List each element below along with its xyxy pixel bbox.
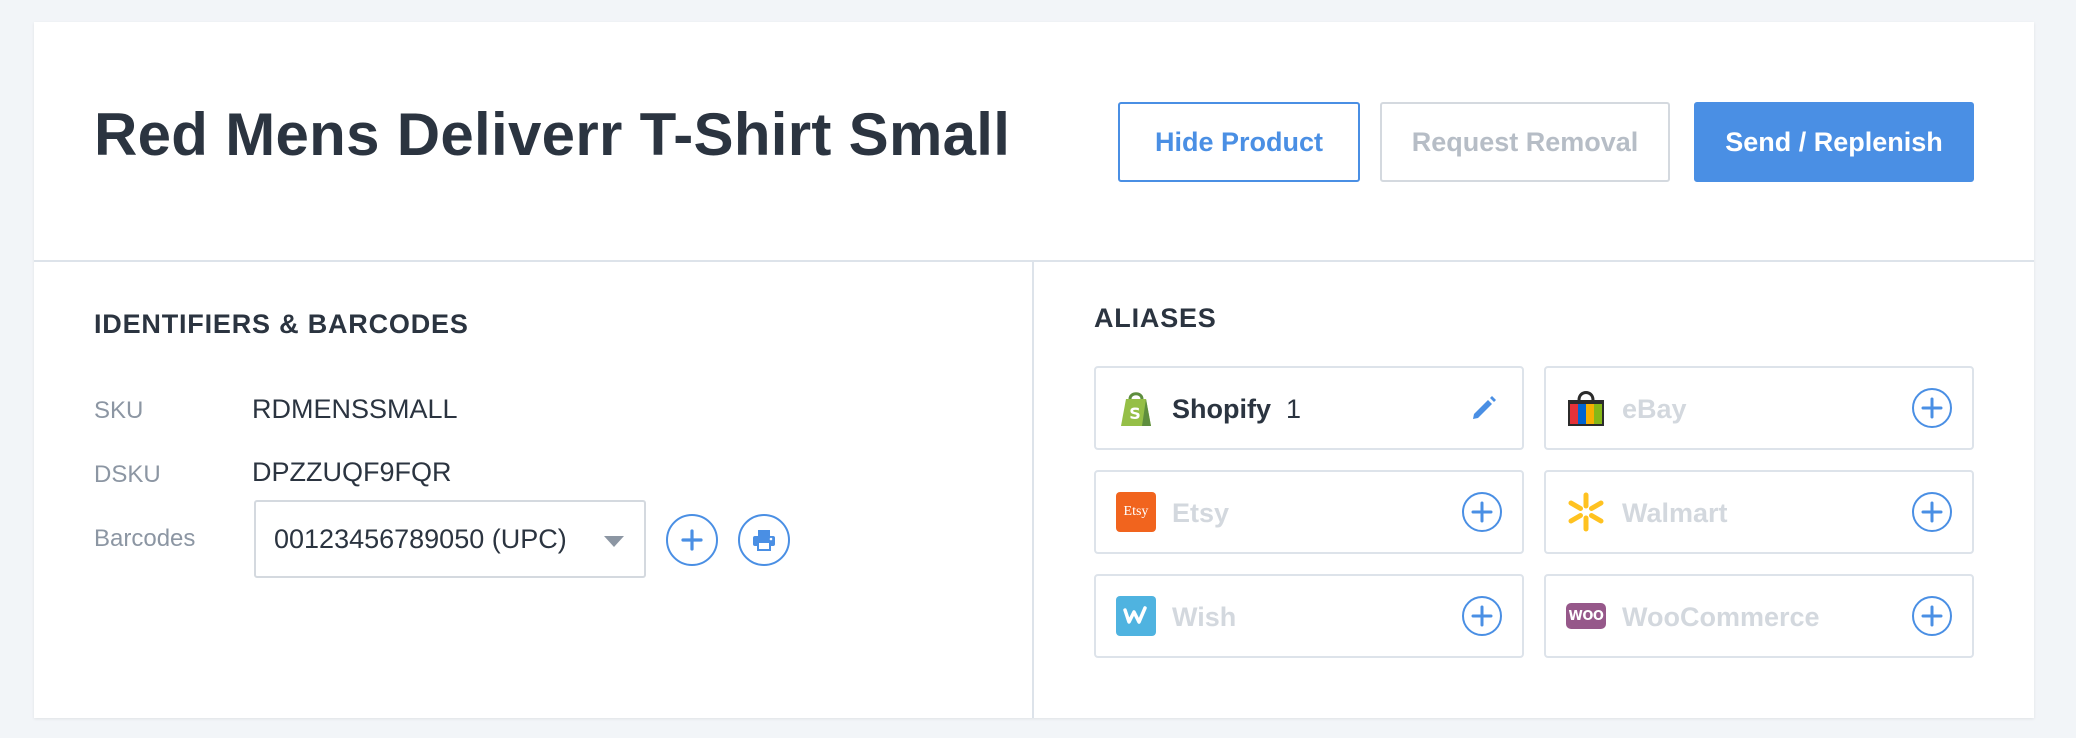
wish-icon — [1116, 596, 1156, 636]
alias-name-ebay: eBay — [1622, 394, 1687, 424]
alias-card-wish: Wish — [1094, 574, 1524, 658]
barcode-select[interactable]: 00123456789050 (UPC) — [254, 500, 646, 578]
plus-icon — [1921, 501, 1943, 523]
sku-label: SKU — [94, 397, 144, 424]
alias-name-woocommerce: WooCommerce — [1622, 602, 1820, 632]
sku-value: RDMENSSMALL — [252, 394, 458, 424]
section-divider — [1032, 262, 1034, 718]
hide-product-button[interactable]: Hide Product — [1118, 102, 1360, 182]
woocommerce-icon: WOO — [1566, 603, 1606, 629]
add-woocommerce-alias-button[interactable] — [1912, 596, 1952, 636]
alias-card-etsy: Etsy Etsy — [1094, 470, 1524, 554]
etsy-icon: Etsy — [1116, 492, 1156, 532]
printer-icon — [753, 530, 775, 551]
woocommerce-logo-text: WOO — [1568, 608, 1604, 624]
dsku-label: DSKU — [94, 461, 161, 488]
edit-shopify-alias-button[interactable] — [1466, 390, 1502, 426]
product-header: Red Mens Deliverr T-Shirt Small Hide Pro… — [34, 22, 2034, 262]
add-wish-alias-button[interactable] — [1462, 596, 1502, 636]
add-ebay-alias-button[interactable] — [1912, 388, 1952, 428]
dsku-value: DPZZUQF9FQR — [252, 457, 452, 487]
print-barcode-button[interactable] — [738, 514, 790, 566]
shopify-icon: S — [1116, 388, 1156, 428]
plus-icon — [1471, 605, 1493, 627]
add-walmart-alias-button[interactable] — [1912, 492, 1952, 532]
barcodes-label: Barcodes — [94, 525, 196, 552]
pencil-icon — [1473, 396, 1496, 419]
request-removal-button[interactable]: Request Removal — [1380, 102, 1670, 182]
add-etsy-alias-button[interactable] — [1462, 492, 1502, 532]
alias-card-woocommerce: WOO WooCommerce — [1544, 574, 1974, 658]
plus-icon — [681, 529, 703, 551]
alias-name-wish: Wish — [1172, 602, 1237, 632]
alias-card-ebay: eBay — [1544, 366, 1974, 450]
alias-name-walmart: Walmart — [1622, 498, 1728, 528]
barcode-select-value: 00123456789050 (UPC) — [274, 523, 567, 554]
alias-count-shopify: 1 — [1286, 394, 1302, 424]
plus-icon — [1471, 501, 1493, 523]
alias-name-etsy: Etsy — [1172, 498, 1230, 528]
send-replenish-button[interactable]: Send / Replenish — [1694, 102, 1974, 182]
plus-icon — [1921, 397, 1943, 419]
caret-down-icon — [604, 536, 624, 547]
identifiers-section-title: IDENTIFIERS & BARCODES — [94, 309, 469, 339]
ebay-icon — [1566, 388, 1606, 428]
page-title: Red Mens Deliverr T-Shirt Small — [94, 101, 1011, 168]
etsy-logo-text: Etsy — [1123, 504, 1149, 519]
add-barcode-button[interactable] — [666, 514, 718, 566]
alias-card-shopify: S Shopify 1 — [1094, 366, 1524, 450]
alias-name-shopify: Shopify — [1172, 394, 1271, 424]
aliases-section-title: ALIASES — [1094, 303, 1217, 333]
product-card: Red Mens Deliverr T-Shirt Small Hide Pro… — [34, 22, 2034, 718]
walmart-icon — [1566, 492, 1606, 532]
alias-card-walmart: Walmart — [1544, 470, 1974, 554]
plus-icon — [1921, 605, 1943, 627]
svg-text:S: S — [1129, 404, 1141, 423]
